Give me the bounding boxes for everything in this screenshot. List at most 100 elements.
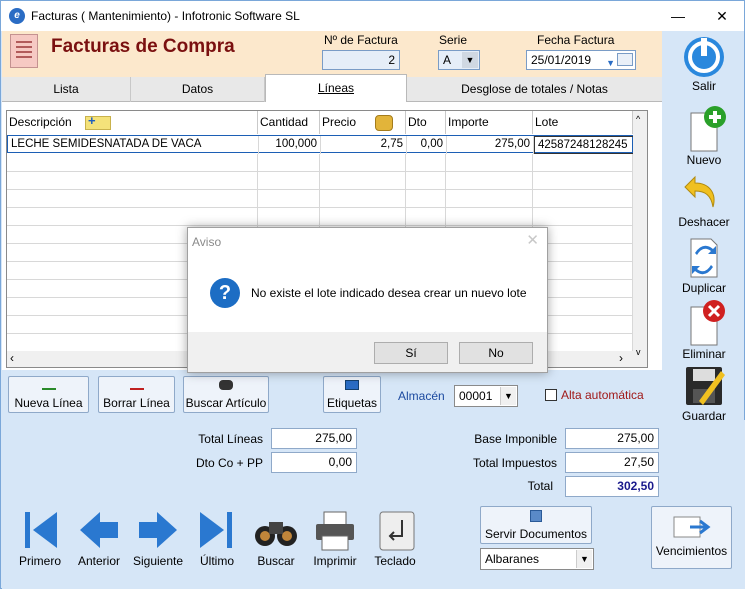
empty-cell[interactable] [258,190,320,208]
buscar-button[interactable]: Buscar [245,506,307,568]
empty-cell[interactable] [7,208,258,226]
alta-automatica-checkbox[interactable] [545,389,557,401]
col-header-importe[interactable]: Importe [446,111,533,134]
empty-cell[interactable] [533,226,633,244]
empty-cell[interactable] [533,298,633,316]
empty-cell[interactable] [533,334,633,352]
empty-cell[interactable] [533,262,633,280]
chevron-left-icon[interactable]: ‹ [10,351,14,365]
empty-cell[interactable] [406,172,446,190]
empty-cell[interactable] [258,172,320,190]
empty-cell[interactable] [7,154,258,172]
primero-button[interactable]: Primero [9,506,71,568]
cell-importe[interactable]: 275,00 [447,136,534,154]
empty-cell[interactable] [533,172,633,190]
documento-tipo-select[interactable]: Albaranes ▼ [480,548,594,570]
ultimo-button[interactable]: Último [186,506,248,568]
base-imponible-label: Base Imponible [474,432,557,446]
arrow-right-icon [139,512,177,548]
col-header-descripcion[interactable]: Descripción + [7,111,258,134]
empty-cell[interactable] [533,154,633,172]
no-button[interactable]: No [459,342,533,364]
almacen-select[interactable]: 00001 ▼ [454,385,518,407]
empty-cell[interactable] [446,154,533,172]
empty-cell[interactable] [320,190,406,208]
duplicar-button[interactable]: Duplicar [671,235,737,297]
chevron-right-icon[interactable]: › [619,351,623,365]
close-window-button[interactable]: ✕ [700,1,744,31]
empty-cell[interactable] [320,172,406,190]
chevron-down-icon[interactable]: ▼ [462,52,478,68]
col-header-cantidad[interactable]: Cantidad [258,111,320,134]
table-row-empty[interactable] [7,154,633,172]
empty-cell[interactable] [446,208,533,226]
fecha-field[interactable]: 25/01/2019 ▼ [526,50,636,70]
cell-cantidad[interactable]: 100,000 [259,136,321,154]
duplicar-label: Duplicar [681,281,726,295]
chevron-down-icon[interactable]: ▼ [500,387,516,405]
siguiente-button[interactable]: Siguiente [127,506,189,568]
empty-cell[interactable] [406,154,446,172]
coins-icon[interactable] [375,115,393,131]
col-header-lote[interactable]: Lote [533,111,633,134]
empty-cell[interactable] [406,190,446,208]
add-folder-icon[interactable]: + [85,114,111,130]
empty-cell[interactable] [320,208,406,226]
cell-lote[interactable]: 42587248128245 [534,136,634,154]
empty-cell[interactable] [533,190,633,208]
deshacer-button[interactable]: Deshacer [671,171,737,233]
ultimo-label: Último [199,554,234,568]
tab-desglose[interactable]: Desglose de totales / Notas [407,77,662,102]
empty-cell[interactable] [533,280,633,298]
cell-descripcion[interactable]: LECHE SEMIDESNATADA DE VACA [8,136,259,154]
calendar-icon[interactable] [617,53,633,66]
close-icon[interactable]: ✕ [526,231,539,249]
col-header-precio[interactable]: Precio [320,111,406,134]
table-row-empty[interactable] [7,172,633,190]
empty-cell[interactable] [533,244,633,262]
empty-cell[interactable] [7,190,258,208]
tab-lineas[interactable]: Líneas [265,74,407,103]
col-header-dto[interactable]: Dto [406,111,446,134]
table-row[interactable]: LECHE SEMIDESNATADA DE VACA 100,000 2,75… [7,135,634,154]
empty-cell[interactable] [258,154,320,172]
chevron-down-icon[interactable]: ▼ [576,550,592,568]
empty-cell[interactable] [446,172,533,190]
borrar-linea-button[interactable]: Borrar Línea [98,376,175,413]
buscar-articulo-button[interactable]: Buscar Artículo [183,376,269,413]
cell-dto[interactable]: 0,00 [407,136,447,154]
empty-cell[interactable] [406,208,446,226]
chevron-down-icon[interactable]: ▼ [606,55,615,71]
chevron-down-icon[interactable]: v [636,347,641,357]
almacen-value: 00001 [459,389,493,403]
empty-cell[interactable] [258,208,320,226]
serie-value: A [443,53,452,67]
table-row-empty[interactable] [7,208,633,226]
cell-precio[interactable]: 2,75 [321,136,407,154]
vencimientos-button[interactable]: Vencimientos [651,506,732,569]
vertical-scrollbar[interactable]: ^ [633,111,647,351]
empty-cell[interactable] [7,172,258,190]
nueva-linea-button[interactable]: Nueva Línea [8,376,89,413]
empty-cell[interactable] [320,154,406,172]
minimize-button[interactable]: — [656,1,700,31]
tab-datos[interactable]: Datos [131,77,265,102]
table-row-empty[interactable] [7,190,633,208]
etiquetas-button[interactable]: Etiquetas [323,376,381,413]
serie-select[interactable]: A ▼ [438,50,480,70]
eliminar-button[interactable]: Eliminar [671,299,737,361]
teclado-button[interactable]: Teclado [364,506,426,568]
num-factura-field[interactable]: 2 [322,50,400,70]
salir-button[interactable]: Salir [671,35,737,97]
empty-cell[interactable] [533,316,633,334]
tab-lista[interactable]: Lista [2,77,131,102]
guardar-button[interactable]: Guardar [671,363,737,425]
empty-cell[interactable] [533,208,633,226]
nuevo-button[interactable]: Nuevo [671,105,737,167]
yes-button[interactable]: Sí [374,342,448,364]
chevron-up-icon[interactable]: ^ [636,114,640,124]
servir-documentos-button[interactable]: Servir Documentos [480,506,592,544]
anterior-button[interactable]: Anterior [68,506,130,568]
empty-cell[interactable] [446,190,533,208]
imprimir-button[interactable]: Imprimir [304,506,366,568]
